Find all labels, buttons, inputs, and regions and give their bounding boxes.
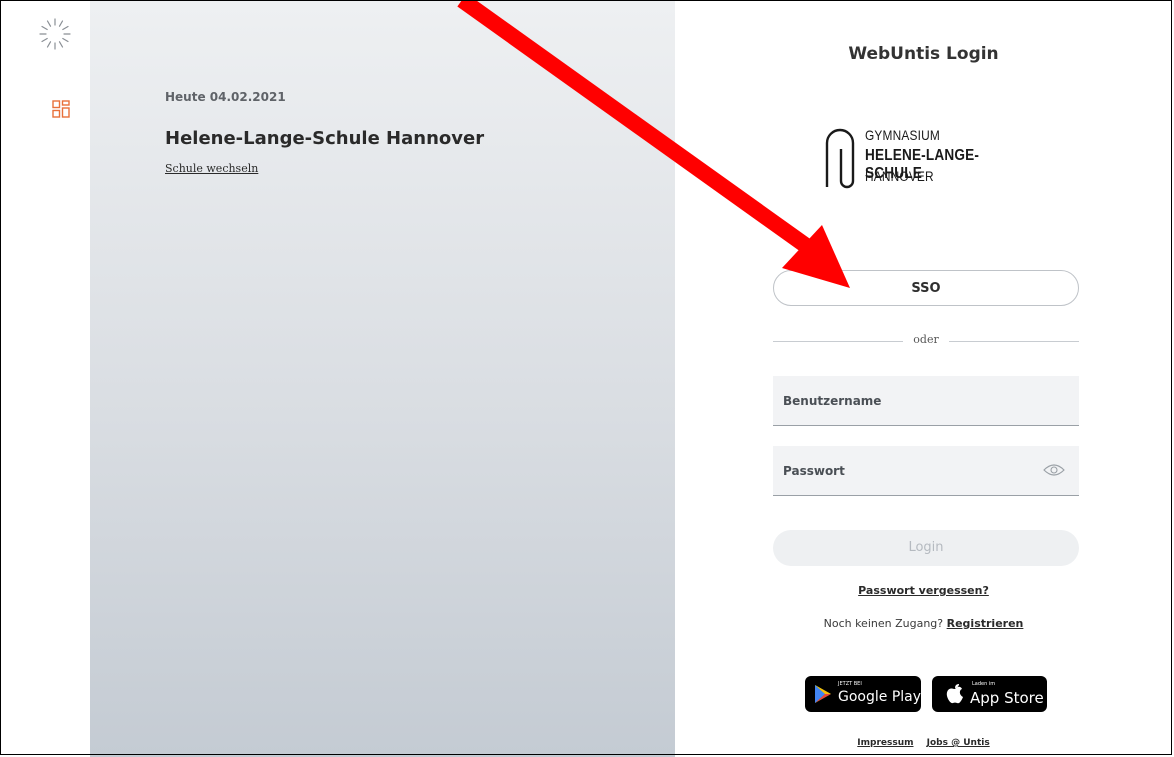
divider-label: oder	[913, 333, 939, 346]
app-store-label: App Store	[970, 689, 1044, 707]
login-panel: WebUntis Login GYMNASIUM HELENE-LANGE-SC…	[675, 0, 1172, 757]
sso-button[interactable]: SSO	[773, 270, 1079, 306]
password-placeholder: Passwort	[783, 464, 845, 478]
no-access-row: Noch keinen Zugang? Registrieren	[675, 617, 1172, 630]
eye-icon[interactable]	[1043, 463, 1065, 477]
no-access-text: Noch keinen Zugang?	[823, 617, 944, 630]
school-logo: GYMNASIUM HELENE-LANGE-SCHULE HANNOVER	[823, 122, 1033, 192]
change-school-link[interactable]: Schule wechseln	[165, 162, 258, 175]
password-field[interactable]: Passwort	[773, 446, 1079, 496]
app-store-small-text: Laden im	[972, 681, 996, 687]
or-divider: oder	[773, 333, 1079, 349]
forgot-password-link[interactable]: Passwort vergessen?	[675, 584, 1172, 597]
school-name: Helene-Lange-Schule Hannover	[165, 128, 485, 149]
jobs-link[interactable]: Jobs @ Untis	[927, 738, 990, 748]
paperclip-logo-icon	[825, 128, 855, 189]
register-link[interactable]: Registrieren	[947, 617, 1024, 630]
google-play-icon	[815, 685, 831, 703]
today-date: Heute 04.02.2021	[165, 90, 286, 104]
login-button[interactable]: Login	[773, 530, 1079, 566]
logo-line-3: HANNOVER	[865, 168, 934, 184]
apple-icon	[946, 684, 963, 704]
google-play-small-text: JETZT BEI	[838, 681, 862, 687]
google-play-label: Google Play	[838, 689, 922, 705]
google-play-badge[interactable]: JETZT BEI Google Play	[805, 676, 921, 712]
left-rail	[0, 0, 90, 757]
school-panel: Heute 04.02.2021 Helene-Lange-Schule Han…	[90, 0, 675, 757]
username-field[interactable]: Benutzername	[773, 376, 1079, 426]
imprint-link[interactable]: Impressum	[857, 738, 913, 748]
app-store-badge[interactable]: Laden im App Store	[932, 676, 1047, 712]
spinner-icon	[39, 18, 71, 50]
page-title: WebUntis Login	[848, 44, 999, 64]
footer-links: Impressum Jobs @ Untis	[675, 738, 1172, 748]
logo-line-1: GYMNASIUM	[865, 127, 940, 143]
divider-line-right	[949, 341, 1079, 342]
username-placeholder: Benutzername	[783, 394, 882, 408]
grid-icon[interactable]	[52, 100, 70, 118]
